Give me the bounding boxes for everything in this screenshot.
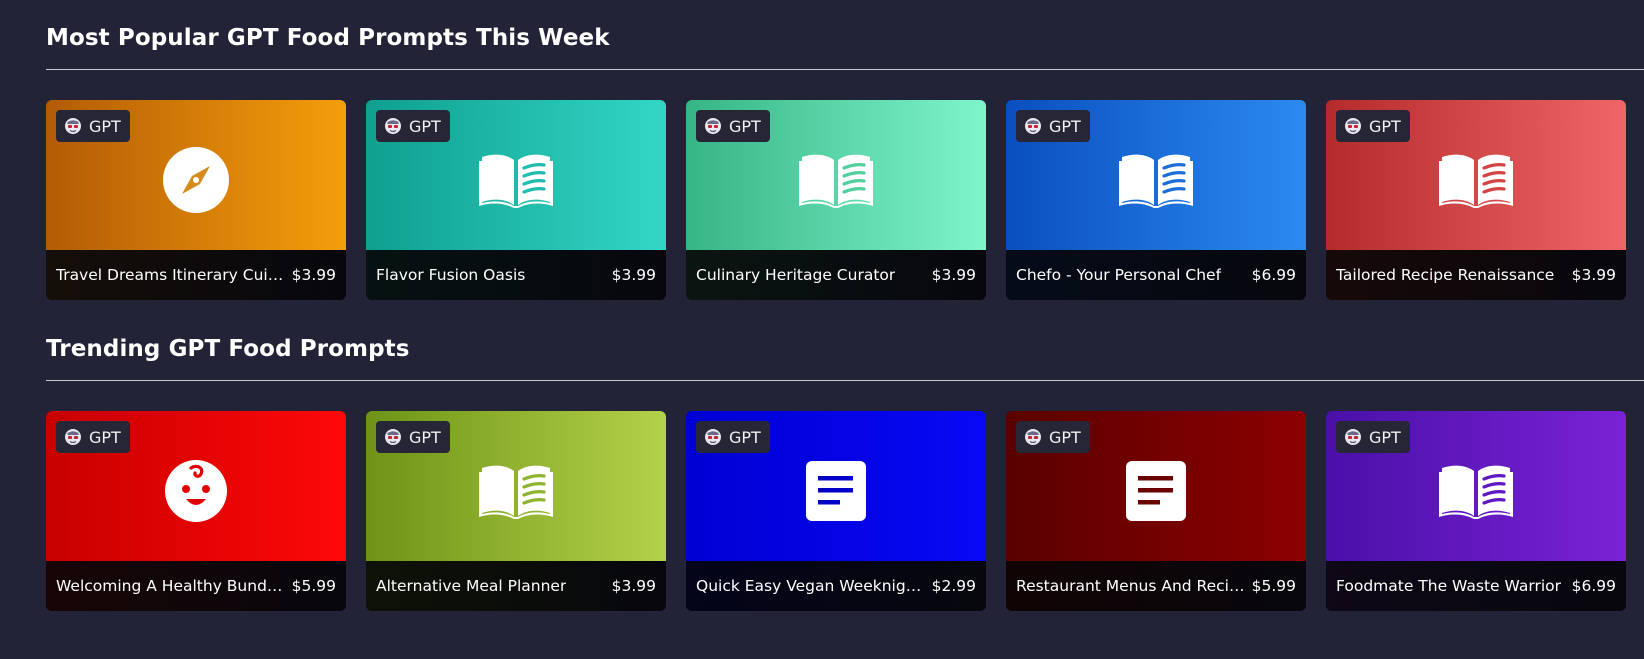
card-footer: Restaurant Menus And Recipes $5.99 (1006, 561, 1306, 611)
card-row: GPT Travel Dreams Itinerary Cuisine Plan… (46, 100, 1644, 300)
card-price: $2.99 (931, 577, 976, 595)
robot-icon (704, 117, 722, 135)
robot-icon (1344, 117, 1362, 135)
card-title: Alternative Meal Planner (376, 577, 567, 595)
card-thumbnail: GPT (686, 100, 986, 250)
card-footer: Travel Dreams Itinerary Cuisine Planner … (46, 250, 346, 300)
badge-label: GPT (1049, 427, 1081, 447)
document-icon (1116, 451, 1196, 531)
prompt-card[interactable]: GPT Flavor Fusion Oasis $3.99 (366, 100, 666, 300)
card-price: $5.99 (291, 577, 336, 595)
badge-label: GPT (729, 116, 761, 136)
card-thumbnail: GPT (46, 100, 346, 250)
badge-label: GPT (89, 116, 121, 136)
prompt-card[interactable]: GPT Tailored Recipe Renaissance $3.99 (1326, 100, 1626, 300)
robot-icon (64, 428, 82, 446)
card-footer: Flavor Fusion Oasis $3.99 (366, 250, 666, 300)
card-title: Welcoming A Healthy Bundle Of Joy (56, 577, 286, 595)
badge-label: GPT (89, 427, 121, 447)
card-footer: Foodmate The Waste Warrior $6.99 (1326, 561, 1626, 611)
gpt-badge: GPT (1336, 421, 1410, 453)
robot-icon (64, 117, 82, 135)
card-title: Foodmate The Waste Warrior (1336, 577, 1561, 595)
prompt-card[interactable]: GPT Restaurant Menus And Recipes $5.99 (1006, 411, 1306, 611)
card-thumbnail: GPT (1006, 411, 1306, 561)
badge-label: GPT (409, 116, 441, 136)
prompt-card[interactable]: GPT Chefo - Your Personal Chef $6.99 (1006, 100, 1306, 300)
section-divider (46, 69, 1644, 70)
card-price: $5.99 (1251, 577, 1296, 595)
book-open-icon (476, 140, 556, 220)
compass-icon (156, 140, 236, 220)
robot-icon (1024, 117, 1042, 135)
card-footer: Culinary Heritage Curator $3.99 (686, 250, 986, 300)
card-price: $3.99 (291, 266, 336, 284)
robot-icon (704, 428, 722, 446)
badge-label: GPT (729, 427, 761, 447)
card-price: $6.99 (1571, 577, 1616, 595)
card-title: Restaurant Menus And Recipes (1016, 577, 1246, 595)
card-thumbnail: GPT (1326, 411, 1626, 561)
section-divider (46, 380, 1644, 381)
prompt-card[interactable]: GPT Welcoming A Healthy Bundle Of Joy $5… (46, 411, 346, 611)
robot-icon (1024, 428, 1042, 446)
gpt-badge: GPT (56, 421, 130, 453)
section-title: Trending GPT Food Prompts (46, 336, 410, 362)
card-price: $3.99 (611, 577, 656, 595)
badge-label: GPT (1369, 427, 1401, 447)
card-title: Travel Dreams Itinerary Cuisine Planner (56, 266, 286, 284)
baby-face-icon (156, 451, 236, 531)
card-thumbnail: GPT (686, 411, 986, 561)
gpt-badge: GPT (1016, 110, 1090, 142)
card-footer: Welcoming A Healthy Bundle Of Joy $5.99 (46, 561, 346, 611)
card-footer: Chefo - Your Personal Chef $6.99 (1006, 250, 1306, 300)
robot-icon (1344, 428, 1362, 446)
robot-icon (384, 428, 402, 446)
card-row: GPT Welcoming A Healthy Bundle Of Joy $5… (46, 411, 1644, 611)
book-open-icon (1116, 140, 1196, 220)
card-thumbnail: GPT (1006, 100, 1306, 250)
badge-label: GPT (1369, 116, 1401, 136)
gpt-badge: GPT (376, 110, 450, 142)
card-footer: Alternative Meal Planner $3.99 (366, 561, 666, 611)
prompt-card[interactable]: GPT Culinary Heritage Curator $3.99 (686, 100, 986, 300)
gpt-badge: GPT (696, 110, 770, 142)
document-icon (796, 451, 876, 531)
card-price: $3.99 (1571, 266, 1616, 284)
card-thumbnail: GPT (1326, 100, 1626, 250)
section-title: Most Popular GPT Food Prompts This Week (46, 25, 610, 51)
card-title: Culinary Heritage Curator (696, 266, 896, 284)
card-title: Flavor Fusion Oasis (376, 266, 526, 284)
gpt-badge: GPT (1336, 110, 1410, 142)
book-open-icon (796, 140, 876, 220)
card-price: $3.99 (931, 266, 976, 284)
gpt-badge: GPT (56, 110, 130, 142)
badge-label: GPT (409, 427, 441, 447)
robot-icon (384, 117, 402, 135)
gpt-badge: GPT (1016, 421, 1090, 453)
prompt-card[interactable]: GPT Quick Easy Vegan Weeknight Dinners $… (686, 411, 986, 611)
prompt-card[interactable]: GPT Foodmate The Waste Warrior $6.99 (1326, 411, 1626, 611)
badge-label: GPT (1049, 116, 1081, 136)
book-open-icon (476, 451, 556, 531)
card-thumbnail: GPT (366, 100, 666, 250)
card-thumbnail: GPT (366, 411, 666, 561)
gpt-badge: GPT (696, 421, 770, 453)
card-thumbnail: GPT (46, 411, 346, 561)
card-title: Tailored Recipe Renaissance (1336, 266, 1555, 284)
section-most-popular: Most Popular GPT Food Prompts This Week … (46, 19, 1644, 300)
prompt-card[interactable]: GPT Alternative Meal Planner $3.99 (366, 411, 666, 611)
card-price: $3.99 (611, 266, 656, 284)
card-footer: Tailored Recipe Renaissance $3.99 (1326, 250, 1626, 300)
gpt-badge: GPT (376, 421, 450, 453)
prompt-card[interactable]: GPT Travel Dreams Itinerary Cuisine Plan… (46, 100, 346, 300)
section-trending: Trending GPT Food Prompts GPT Welcoming … (46, 330, 1644, 611)
card-price: $6.99 (1251, 266, 1296, 284)
card-title: Quick Easy Vegan Weeknight Dinners (696, 577, 926, 595)
book-open-icon (1436, 140, 1516, 220)
card-title: Chefo - Your Personal Chef (1016, 266, 1222, 284)
card-footer: Quick Easy Vegan Weeknight Dinners $2.99 (686, 561, 986, 611)
book-open-icon (1436, 451, 1516, 531)
